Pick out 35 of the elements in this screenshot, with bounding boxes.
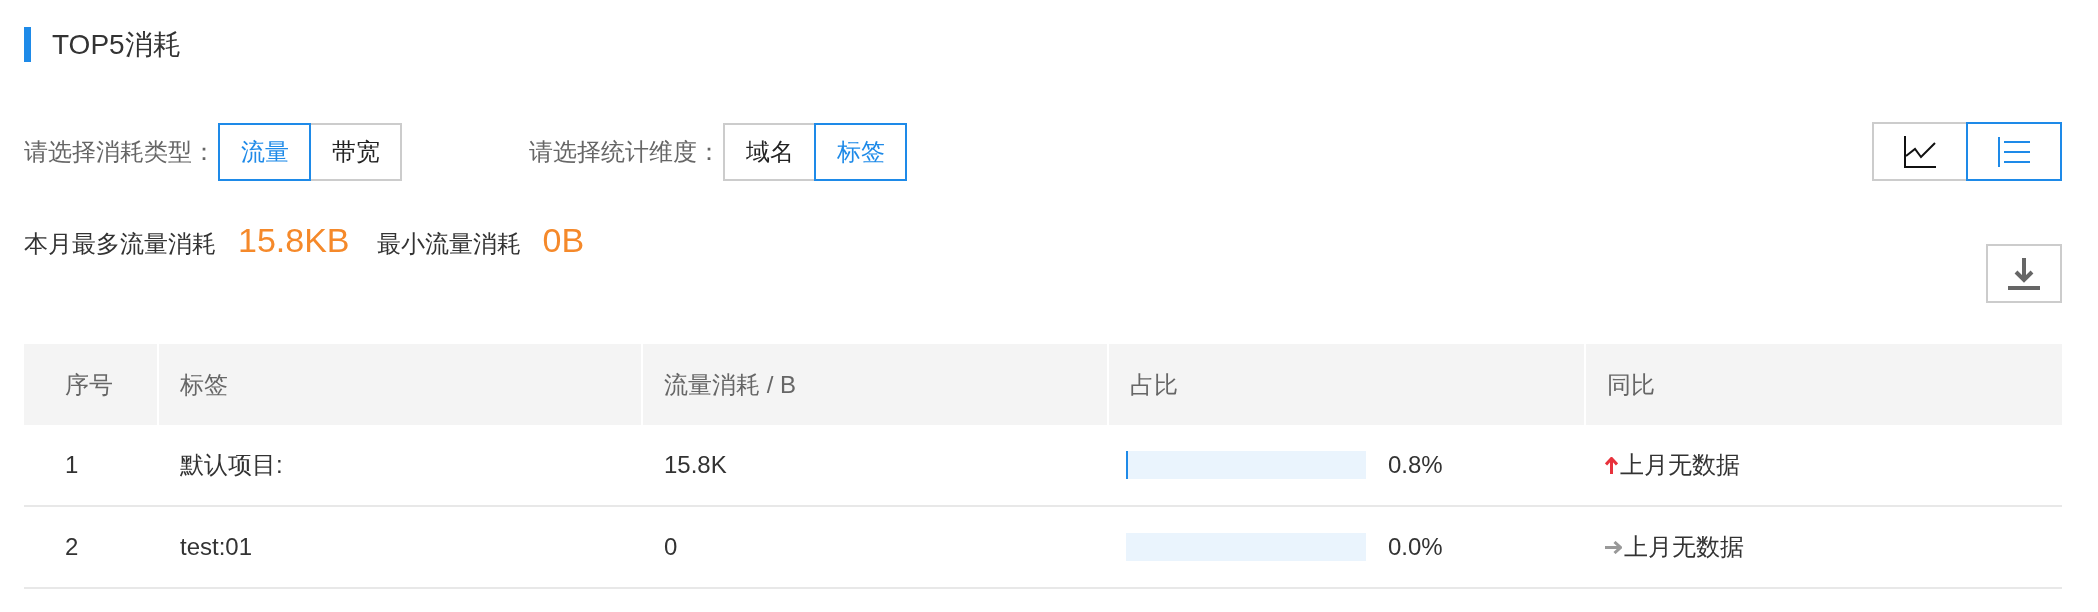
summary-value: 0B [542, 222, 585, 258]
chart-view-button[interactable] [1872, 122, 1968, 181]
share-percent: 0.0% [1388, 532, 1443, 562]
section-title: TOP5消耗 [52, 28, 181, 62]
filter-label: 请选择统计维度： [529, 136, 721, 167]
column-header: 流量消耗 / B [641, 344, 1107, 425]
table-cell-text: 1 [65, 450, 79, 480]
download-button[interactable] [1986, 244, 2062, 303]
title-accent-bar [24, 27, 31, 62]
segment-option[interactable]: 带宽 [309, 122, 402, 181]
table-cell-text: test:01 [180, 532, 253, 562]
up-arrow-icon [1605, 456, 1618, 474]
segment-option[interactable]: 标签 [814, 122, 907, 181]
table-cell-text: 上月无数据 [1620, 450, 1740, 480]
table-cell-text: 上月无数据 [1624, 532, 1744, 562]
list-view-button[interactable] [1966, 122, 2062, 181]
line-chart-icon [1904, 135, 1936, 168]
table-cell-text: 0 [664, 532, 678, 562]
segment-option[interactable]: 域名 [723, 122, 816, 181]
share-percent: 0.8% [1388, 450, 1443, 480]
download-icon [2008, 257, 2040, 290]
list-icon [1998, 136, 2030, 167]
summary-label: 最小流量消耗 [376, 229, 521, 259]
summary-value: 15.8KB [238, 222, 350, 258]
filter-label: 请选择消耗类型： [24, 136, 216, 167]
summary-label: 本月最多流量消耗 [24, 229, 216, 259]
table-cell-text: 15.8K [664, 450, 727, 480]
segment-option[interactable]: 流量 [218, 122, 311, 181]
right-arrow-icon [1605, 540, 1622, 554]
column-header: 占比 [1107, 344, 1584, 425]
column-header: 序号 [24, 344, 157, 425]
column-header: 同比 [1584, 344, 2062, 425]
table-cell-text: 2 [65, 532, 79, 562]
column-header: 标签 [157, 344, 641, 425]
table-cell-text: 默认项目: [180, 450, 283, 480]
